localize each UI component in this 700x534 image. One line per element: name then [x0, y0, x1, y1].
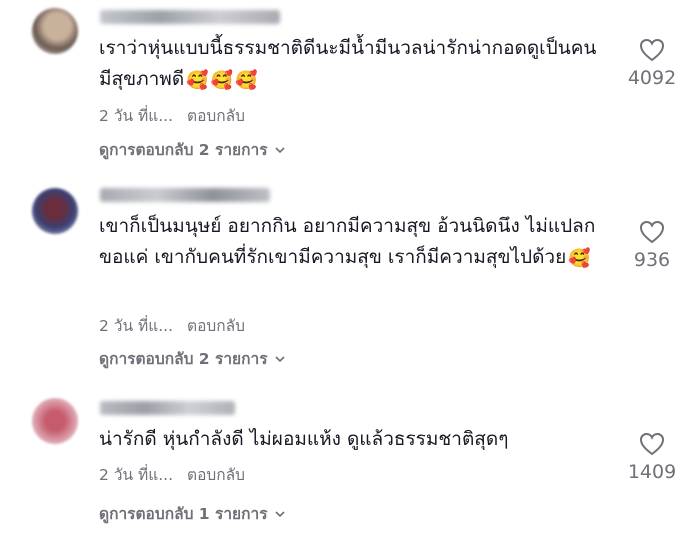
comment-time: 2 วัน ที่แ...: [99, 466, 174, 484]
comment-meta: 2 วัน ที่แ... ตอบกลับ: [99, 103, 245, 128]
view-replies-button[interactable]: ดูการตอบกลับ 2 รายการ: [99, 137, 286, 162]
username-blurred[interactable]: [100, 401, 235, 415]
heart-outline-icon: [639, 220, 665, 244]
like-count: 4092: [627, 67, 677, 89]
smiling-face-with-hearts-emoji: 🥰: [186, 70, 209, 91]
smiling-face-with-hearts-emoji: 🥰: [210, 70, 234, 91]
smiling-face-with-hearts-emoji: 🥰: [235, 70, 258, 91]
chevron-down-icon: [274, 146, 285, 153]
comment-text-body: น่ารักดี หุ่นกำลังดี ไม่ผอมแห้ง ดูแล้วธร…: [99, 428, 509, 450]
comment-text-body: เขาก็เป็นมนุษย์ อยากกิน อยากมีความสุข อ้…: [99, 215, 596, 268]
view-replies-label: ดูการตอบกลับ 2 รายการ: [99, 141, 268, 159]
comment-time: 2 วัน ที่แ...: [99, 317, 174, 335]
username-blurred[interactable]: [100, 188, 270, 202]
chevron-down-icon: [274, 510, 285, 517]
like-count: 1409: [627, 461, 677, 483]
like-button[interactable]: 936: [622, 220, 682, 271]
avatar[interactable]: [32, 8, 78, 54]
comment-meta: 2 วัน ที่แ... ตอบกลับ: [99, 313, 245, 338]
like-button[interactable]: 4092: [622, 38, 682, 89]
username-blurred[interactable]: [100, 10, 280, 24]
comment-text-body: เราว่าหุ่นแบบนี้ธรรมชาติดีนะมีน้ำมีนวลน่…: [99, 37, 597, 90]
comment-time: 2 วัน ที่แ...: [99, 107, 174, 125]
view-replies-button[interactable]: ดูการตอบกลับ 1 รายการ: [99, 501, 286, 526]
avatar[interactable]: [32, 398, 78, 444]
heart-outline-icon: [639, 38, 665, 62]
avatar[interactable]: [32, 188, 78, 234]
like-button[interactable]: 1409: [622, 432, 682, 483]
comment-text: เราว่าหุ่นแบบนี้ธรรมชาติดีนะมีน้ำมีนวลน่…: [99, 33, 599, 96]
like-count: 936: [633, 249, 671, 271]
view-replies-label: ดูการตอบกลับ 1 รายการ: [99, 505, 268, 523]
view-replies-button[interactable]: ดูการตอบกลับ 2 รายการ: [99, 346, 286, 371]
comment-text: เขาก็เป็นมนุษย์ อยากกิน อยากมีความสุข อ้…: [99, 211, 599, 274]
reply-button[interactable]: ตอบกลับ: [187, 317, 245, 335]
smiling-face-with-hearts-emoji: 🥰: [568, 248, 591, 269]
comment-meta: 2 วัน ที่แ... ตอบกลับ: [99, 462, 245, 487]
comment-text: น่ารักดี หุ่นกำลังดี ไม่ผอมแห้ง ดูแล้วธร…: [99, 424, 599, 455]
heart-outline-icon: [639, 432, 665, 456]
view-replies-label: ดูการตอบกลับ 2 รายการ: [99, 350, 268, 368]
chevron-down-icon: [274, 355, 285, 362]
reply-button[interactable]: ตอบกลับ: [187, 466, 245, 484]
reply-button[interactable]: ตอบกลับ: [187, 107, 245, 125]
